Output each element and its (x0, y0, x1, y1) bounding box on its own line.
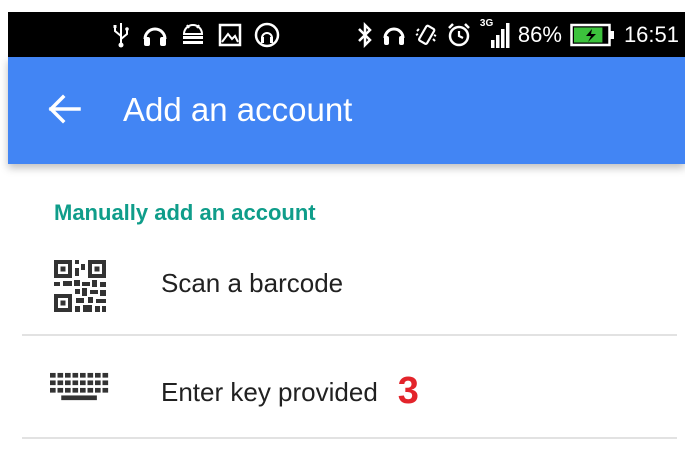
battery-percent: 86% (517, 21, 562, 47)
page-title: Add an account (123, 91, 353, 128)
signal-3g-icon: 3G (480, 18, 510, 50)
vibrate-icon (414, 23, 438, 47)
item-label-text: Enter key provided (161, 377, 378, 407)
section-header: Manually add an account (54, 200, 316, 225)
battery-icon (570, 23, 616, 47)
headset-icon (382, 23, 406, 47)
bluetooth-icon (356, 21, 374, 48)
arrow-back-icon (47, 94, 81, 129)
app-bar: Add an account (8, 57, 685, 164)
status-bar-notifications (112, 12, 280, 57)
headset-alt-icon (254, 22, 280, 48)
headset-icon (142, 23, 168, 47)
usb-icon (112, 22, 130, 48)
clock: 16:51 (623, 21, 679, 47)
list-item-enter-key[interactable]: Enter key provided 3 (8, 337, 685, 437)
divider (22, 334, 677, 336)
status-bar-system: 3G 86% 16:51 (356, 12, 679, 57)
status-bar: 3G 86% 16:51 (8, 12, 685, 57)
image-icon (218, 23, 242, 47)
item-label: Scan a barcode (161, 268, 344, 298)
alarm-icon (446, 22, 472, 48)
screen: 3G 86% 16:51 Add an account Manually add… (0, 0, 685, 465)
qr-code-icon (50, 236, 110, 336)
android-debug-icon (180, 23, 206, 47)
item-label: Enter key provided 3 (161, 367, 419, 413)
step-badge: 3 (397, 370, 419, 412)
list-item-scan-barcode[interactable]: Scan a barcode (8, 236, 685, 336)
back-button[interactable] (36, 83, 92, 139)
screen-edge (0, 0, 8, 465)
keyboard-icon (50, 337, 110, 437)
divider (22, 437, 677, 439)
